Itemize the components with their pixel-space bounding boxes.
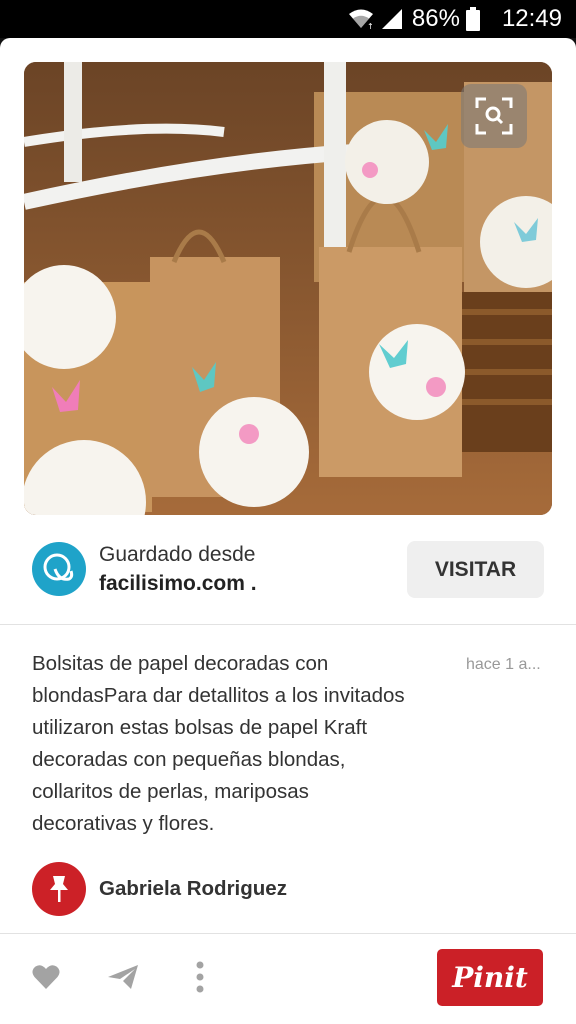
- source-avatar[interactable]: [32, 542, 86, 596]
- source-label: Guardado desde: [99, 543, 256, 566]
- signal-icon: [380, 8, 404, 30]
- battery-percent: 86%: [411, 5, 460, 32]
- send-icon[interactable]: [105, 959, 141, 995]
- heart-icon[interactable]: [28, 959, 64, 995]
- pinit-button[interactable]: Pinit: [437, 949, 543, 1006]
- status-bar: ↑↓ 86% 12:49: [0, 0, 576, 38]
- pin-image[interactable]: [24, 62, 552, 515]
- source-site-link[interactable]: facilisimo.com .: [99, 568, 257, 600]
- source-row: Guardado desde facilisimo.com . VISITAR: [0, 534, 576, 624]
- more-vertical-icon[interactable]: [182, 959, 218, 995]
- source-text: Guardado desde facilisimo.com .: [99, 542, 257, 600]
- pin-description: Bolsitas de papel decoradas con blondasP…: [32, 652, 405, 835]
- clock: 12:49: [501, 5, 562, 32]
- pinner-name[interactable]: Gabriela Rodriguez: [99, 877, 287, 901]
- battery-icon: [465, 7, 480, 31]
- timestamp: hace 1 a...: [466, 656, 541, 673]
- action-bar: Pinit: [0, 933, 576, 1024]
- pinner-avatar[interactable]: [32, 862, 86, 916]
- svg-text:↑↓: ↑↓: [367, 22, 374, 30]
- divider: [0, 624, 576, 625]
- pinner[interactable]: Gabriela Rodriguez: [32, 862, 287, 916]
- pin-detail-card: Guardado desde facilisimo.com . VISITAR …: [0, 38, 576, 1024]
- visit-button[interactable]: VISITAR: [407, 541, 544, 598]
- wifi-icon: ↑↓: [348, 8, 374, 30]
- expand-search-icon[interactable]: [461, 84, 527, 148]
